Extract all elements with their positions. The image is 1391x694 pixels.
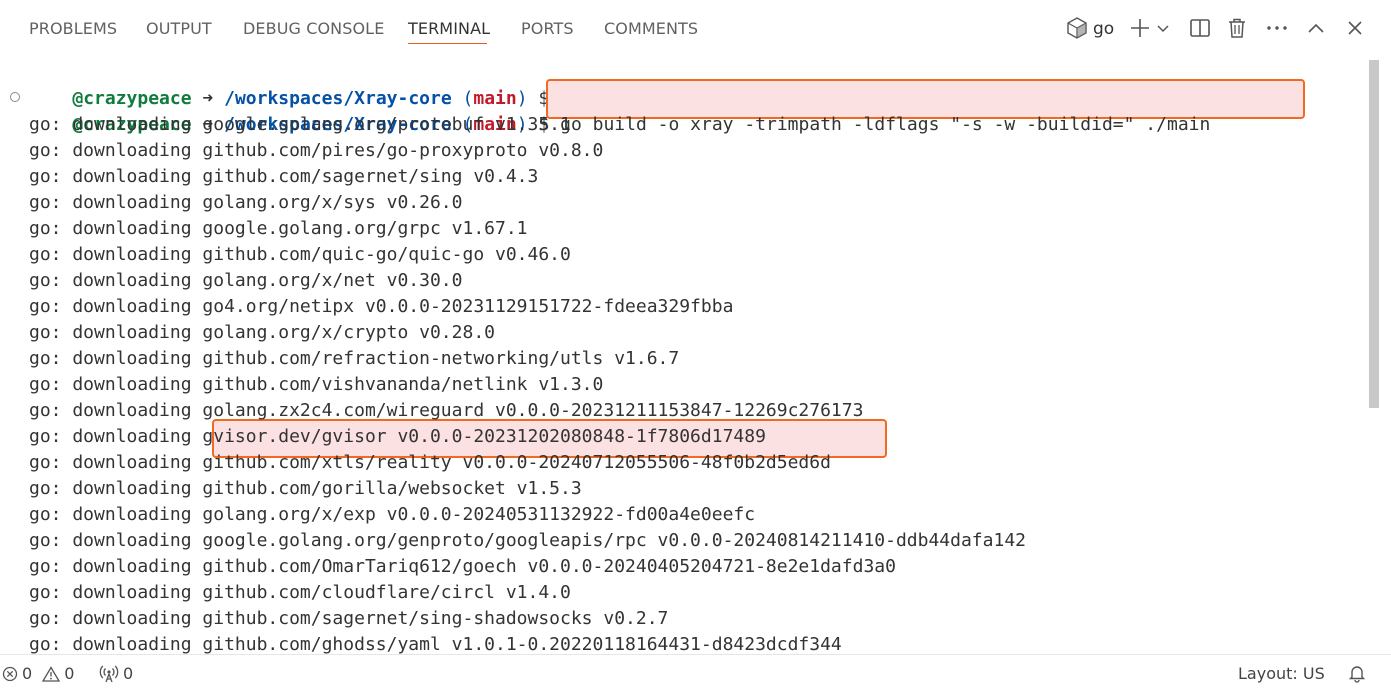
terminal-output-line: go: downloading github.com/cloudflare/ci… bbox=[29, 582, 571, 603]
terminal-scrollbar-thumb[interactable] bbox=[1369, 60, 1379, 408]
keyboard-layout-label: Layout: US bbox=[1238, 664, 1325, 683]
tab-output[interactable]: OUTPUT bbox=[146, 19, 212, 38]
command-decoration-icon[interactable] bbox=[10, 92, 20, 102]
terminal-output-line: go: downloading github.com/refraction-ne… bbox=[29, 348, 680, 369]
tab-terminal[interactable]: TERMINAL bbox=[408, 19, 490, 38]
notifications-bell-icon[interactable] bbox=[1347, 663, 1367, 683]
warning-count: 0 bbox=[64, 664, 75, 683]
terminal-output-line: go: downloading golang.org/x/crypto v0.2… bbox=[29, 322, 495, 343]
tab-ports[interactable]: PORTS bbox=[521, 19, 574, 38]
terminal-output-line: go: downloading golang.org/x/exp v0.0.0-… bbox=[29, 504, 756, 525]
active-tab-indicator bbox=[408, 43, 487, 44]
terminal-name-label[interactable]: go bbox=[1093, 19, 1114, 39]
maximize-panel-icon[interactable] bbox=[1304, 14, 1328, 42]
close-panel-icon[interactable] bbox=[1343, 14, 1367, 42]
ports-count: 0 bbox=[123, 664, 134, 683]
tab-problems[interactable]: PROBLEMS bbox=[29, 19, 117, 38]
terminal-output-line: go: downloading golang.zx2c4.com/wiregua… bbox=[29, 400, 864, 421]
terminal-command: go build -o xray -trimpath -ldflags "-s … bbox=[560, 114, 1211, 135]
broadcast-icon bbox=[99, 665, 119, 682]
terminal-output-line: go: downloading github.com/gorilla/webso… bbox=[29, 478, 582, 499]
panel-tab-bar: PROBLEMS OUTPUT DEBUG CONSOLE TERMINAL P… bbox=[0, 0, 1391, 56]
terminal-output-line: go: downloading gvisor.dev/gvisor v0.0.0… bbox=[29, 426, 766, 447]
terminal-shell-icon[interactable] bbox=[1064, 14, 1090, 42]
error-count: 0 bbox=[22, 664, 33, 683]
terminal-output-line: go: downloading github.com/sagernet/sing… bbox=[29, 608, 669, 629]
status-bar: 0 0 0 Layout: US bbox=[0, 654, 1391, 694]
terminal-output-line: go: downloading golang.org/x/sys v0.26.0 bbox=[29, 192, 463, 213]
tab-debug-console[interactable]: DEBUG CONSOLE bbox=[243, 19, 384, 38]
terminal-output-line: go: downloading github.com/OmarTariq612/… bbox=[29, 556, 896, 577]
more-actions-icon[interactable] bbox=[1264, 14, 1290, 42]
terminal-output-line: go: downloading golang.org/x/net v0.30.0 bbox=[29, 270, 463, 291]
error-icon bbox=[2, 666, 18, 681]
launch-profile-chevron-icon[interactable] bbox=[1155, 14, 1171, 42]
terminal-output-line: go: downloading github.com/ghodss/yaml v… bbox=[29, 634, 842, 654]
warning-icon bbox=[42, 665, 61, 682]
problems-status[interactable]: 0 0 bbox=[2, 664, 74, 683]
terminal-output-line: go: downloading github.com/sagernet/sing… bbox=[29, 166, 539, 187]
terminal-viewport[interactable]: @crazypeace ➜ /workspaces/Xray-core (mai… bbox=[0, 58, 1366, 654]
terminal-output-line: go: downloading github.com/pires/go-prox… bbox=[29, 140, 604, 161]
keyboard-layout-status[interactable]: Layout: US bbox=[1238, 664, 1325, 683]
terminal-output-line: go: downloading github.com/quic-go/quic-… bbox=[29, 244, 571, 265]
terminal-output-line: go: downloading github.com/vishvananda/n… bbox=[29, 374, 604, 395]
terminal-output-line: go: downloading google.golang.org/genpro… bbox=[29, 530, 1026, 551]
split-terminal-icon[interactable] bbox=[1187, 14, 1213, 42]
terminal-prompt-line: @crazypeace ➜ /workspaces/Xray-core (mai… bbox=[29, 60, 549, 109]
kill-terminal-icon[interactable] bbox=[1225, 14, 1249, 42]
terminal-output-line: go: downloading go4.org/netipx v0.0.0-20… bbox=[29, 296, 734, 317]
terminal-output-line: go: downloading github.com/xtls/reality … bbox=[29, 452, 831, 473]
ports-status[interactable]: 0 bbox=[99, 664, 133, 683]
terminal-output-line: go: downloading google.golang.org/grpc v… bbox=[29, 218, 528, 239]
terminal-prompt-line: @crazypeace ➜ /workspaces/Xray-core (mai… bbox=[29, 86, 1210, 135]
terminal-output-line: go: downloading google.golang.org/protob… bbox=[29, 114, 571, 135]
tab-comments[interactable]: COMMENTS bbox=[604, 19, 698, 38]
new-terminal-icon[interactable] bbox=[1128, 14, 1152, 42]
